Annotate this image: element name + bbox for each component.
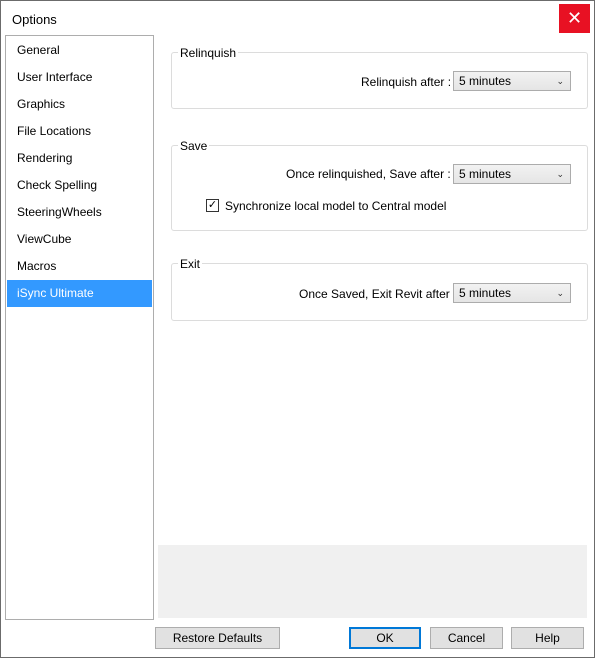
check-icon: ✓ — [207, 199, 218, 211]
nav-item-rendering[interactable]: Rendering — [7, 145, 152, 172]
relinquish-group-title: Relinquish — [178, 46, 239, 60]
sync-central-checkbox[interactable]: ✓ — [206, 199, 219, 212]
nav-item-user-interface[interactable]: User Interface — [7, 64, 152, 91]
title-bar: Options ✕ — [1, 1, 594, 34]
restore-defaults-button[interactable]: Restore Defaults — [155, 627, 280, 649]
settings-panel — [157, 35, 588, 618]
save-after-select[interactable]: 5 minutes ⌄ — [453, 164, 571, 184]
dialog-title: Options — [12, 12, 57, 27]
cancel-button[interactable]: Cancel — [430, 627, 503, 649]
save-after-value: 5 minutes — [459, 167, 512, 181]
nav-item-viewcube[interactable]: ViewCube — [7, 226, 152, 253]
options-nav-list: General User Interface Graphics File Loc… — [5, 35, 154, 620]
nav-item-graphics[interactable]: Graphics — [7, 91, 152, 118]
help-button[interactable]: Help — [511, 627, 584, 649]
ok-button[interactable]: OK — [349, 627, 421, 649]
chevron-down-icon: ⌄ — [556, 288, 564, 298]
relinquish-after-value: 5 minutes — [459, 74, 512, 88]
close-icon: ✕ — [566, 8, 583, 28]
exit-after-select[interactable]: 5 minutes ⌄ — [453, 283, 571, 303]
exit-after-label: Once Saved, Exit Revit after : — [299, 287, 457, 301]
save-after-label: Once relinquished, Save after : — [286, 167, 451, 181]
settings-panel-footer-area — [158, 545, 587, 618]
nav-item-general[interactable]: General — [7, 37, 152, 64]
chevron-down-icon: ⌄ — [556, 76, 564, 86]
nav-item-steeringwheels[interactable]: SteeringWheels — [7, 199, 152, 226]
relinquish-after-label: Relinquish after : — [361, 75, 452, 89]
exit-after-value: 5 minutes — [459, 286, 512, 300]
nav-item-isync-ultimate[interactable]: iSync Ultimate — [7, 280, 152, 307]
nav-item-check-spelling[interactable]: Check Spelling — [7, 172, 152, 199]
nav-item-macros[interactable]: Macros — [7, 253, 152, 280]
save-group-title: Save — [178, 139, 210, 153]
chevron-down-icon: ⌄ — [556, 169, 564, 179]
sync-central-label[interactable]: Synchronize local model to Central model — [225, 199, 446, 213]
exit-group-title: Exit — [178, 257, 203, 271]
relinquish-after-select[interactable]: 5 minutes ⌄ — [453, 71, 571, 91]
close-button[interactable]: ✕ — [559, 4, 590, 33]
nav-item-file-locations[interactable]: File Locations — [7, 118, 152, 145]
save-group — [171, 145, 588, 231]
